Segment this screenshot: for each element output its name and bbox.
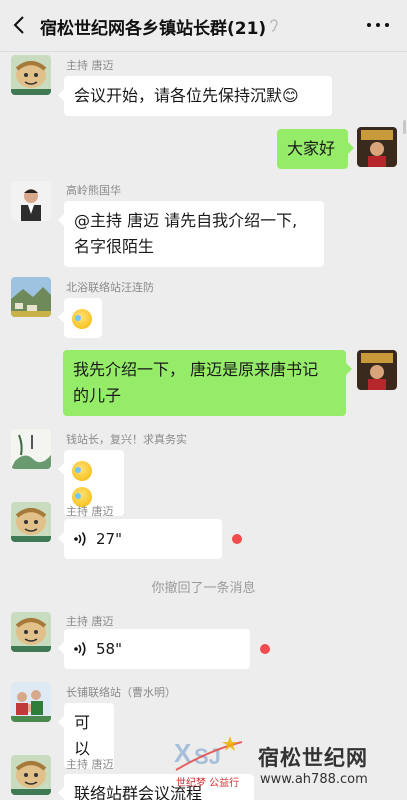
- voice-message-bubble[interactable]: 58": [58, 629, 250, 669]
- message-text: 我先介绍一下， 唐迈是原来唐书记: [73, 360, 319, 379]
- message-text: 大家好: [287, 139, 336, 158]
- sender-name: 主持 唐迈: [66, 505, 114, 518]
- avatar[interactable]: [11, 682, 51, 722]
- message-text: 可以: [74, 713, 91, 758]
- sender-name: 主持 唐迈: [66, 758, 114, 771]
- avatar[interactable]: [11, 277, 51, 317]
- voice-wave-icon: [74, 532, 86, 546]
- sender-name: 北浴联络站汪连防: [66, 281, 154, 294]
- svg-text:SJ: SJ: [194, 744, 221, 769]
- avatar[interactable]: [11, 612, 51, 652]
- avatar[interactable]: [11, 502, 51, 542]
- voice-duration: 58": [96, 640, 122, 658]
- chat-title: 宿松世纪网各乡镇站长群(21): [40, 19, 267, 39]
- message-bubble-self[interactable]: 大家好: [277, 129, 354, 169]
- watermark-url: www.ah788.com: [260, 772, 368, 787]
- unread-dot: [260, 644, 270, 654]
- back-button[interactable]: [8, 10, 30, 40]
- dot-icon: [367, 23, 371, 27]
- watermark-logo-text: 世纪梦 公益行: [176, 778, 240, 789]
- voice-message-bubble[interactable]: 27": [58, 519, 222, 559]
- crying-emoji-icon: [72, 308, 92, 329]
- avatar[interactable]: [11, 181, 51, 221]
- watermark-logo: X SJ 世纪梦 公益行: [172, 730, 248, 790]
- more-options-button[interactable]: [367, 18, 389, 32]
- message-bubble[interactable]: 会议开始，请各位先保持沉默😊: [58, 76, 332, 116]
- sender-name: 高岭熊国华: [66, 184, 121, 197]
- recall-notice: 你撤回了一条消息: [151, 581, 256, 596]
- sender-name: 主持 唐迈: [66, 59, 114, 72]
- sender-name: 钱站长，复兴！求真务实: [66, 433, 187, 446]
- message-text: 的儿子: [73, 386, 122, 405]
- self-avatar[interactable]: [357, 127, 397, 167]
- avatar[interactable]: [11, 55, 51, 95]
- voice-duration: 27": [96, 530, 122, 548]
- scroll-indicator[interactable]: [403, 120, 406, 134]
- sender-name: 长铺联络站（曹水明）: [66, 686, 176, 699]
- avatar[interactable]: [11, 429, 51, 469]
- avatar[interactable]: [11, 755, 51, 795]
- chevron-left-icon: [13, 16, 24, 34]
- mute-ear-icon: [270, 19, 278, 32]
- message-text: 名字很陌生: [74, 237, 155, 256]
- message-bubble-self[interactable]: 我先介绍一下， 唐迈是原来唐书记 的儿子: [63, 350, 352, 416]
- crying-emoji-icon: [72, 460, 92, 481]
- message-bubble[interactable]: @主持 唐迈 请先自我介绍一下, 名字很陌生: [58, 201, 324, 267]
- unread-dot: [232, 534, 242, 544]
- chat-header: 宿松世纪网各乡镇站长群(21): [0, 0, 407, 52]
- message-bubble[interactable]: [58, 298, 102, 338]
- sender-name: 主持 唐迈: [66, 615, 114, 628]
- watermark-site-name: 宿松世纪网: [258, 746, 368, 770]
- dot-icon: [385, 23, 389, 27]
- dot-icon: [376, 23, 380, 27]
- message-text: @主持 唐迈 请先自我介绍一下,: [74, 211, 298, 230]
- self-avatar[interactable]: [357, 350, 397, 390]
- voice-wave-icon: [74, 642, 86, 656]
- message-text: 会议开始，请各位先保持沉默😊: [74, 86, 299, 105]
